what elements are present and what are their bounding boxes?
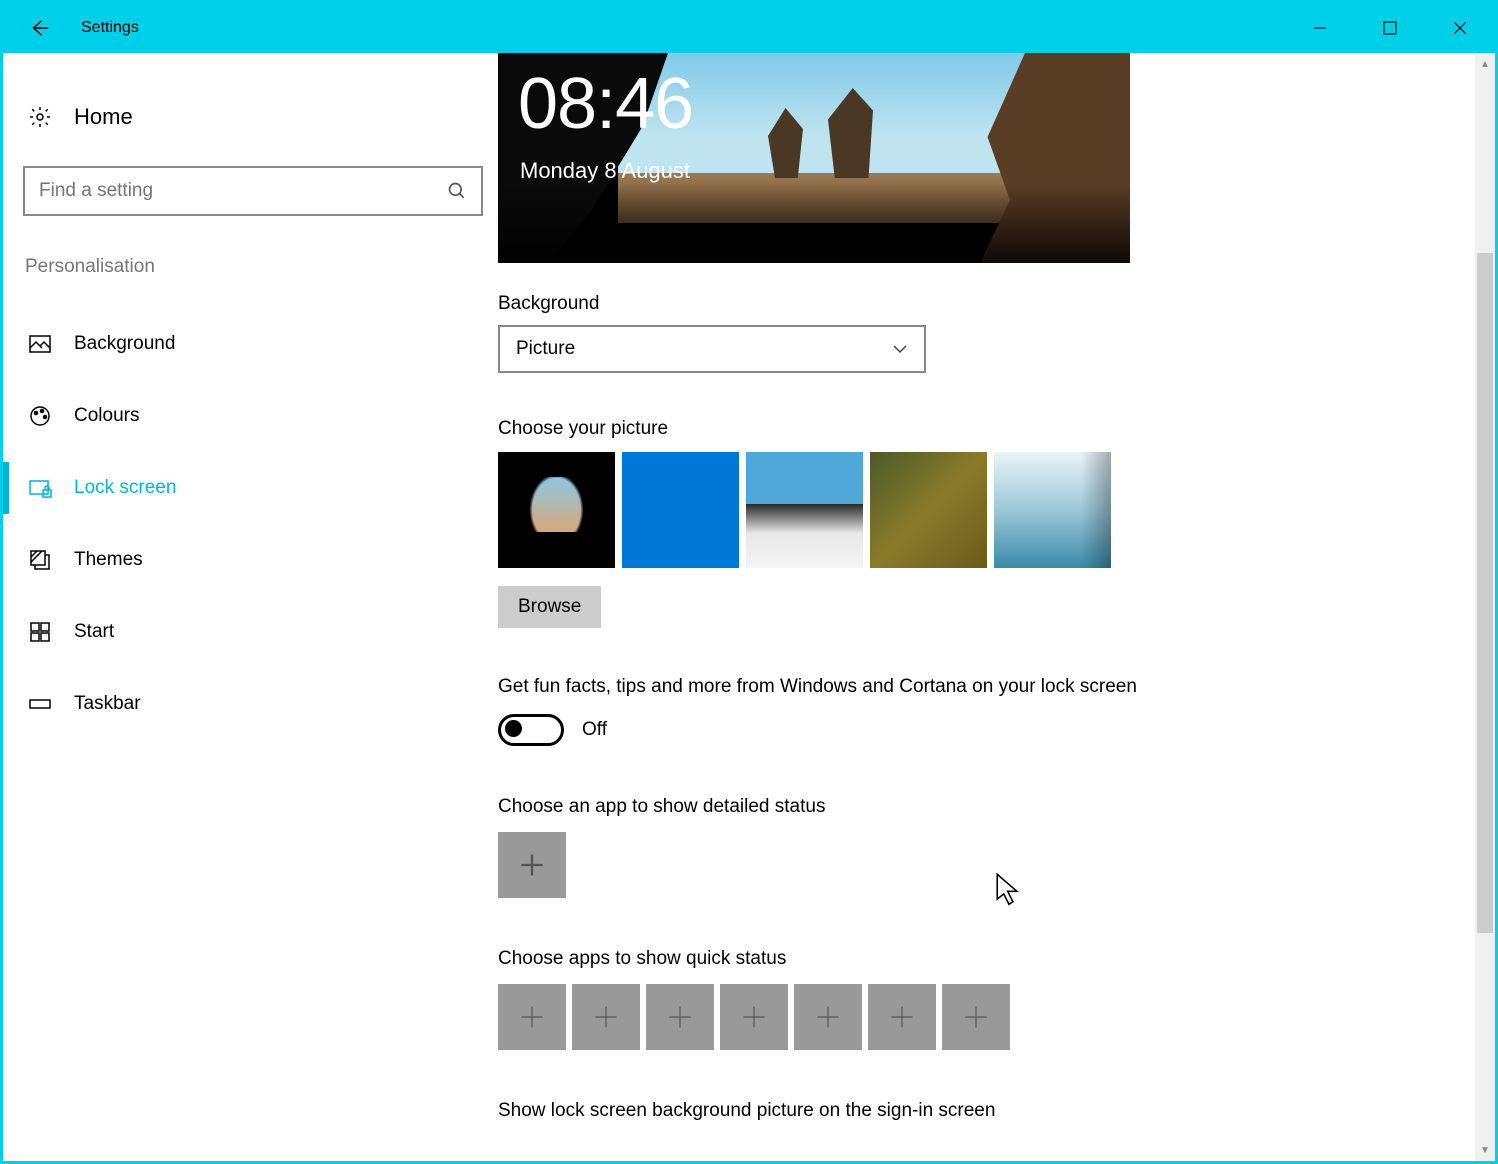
add-detailed-status-app[interactable] xyxy=(498,832,566,898)
maximize-button[interactable] xyxy=(1355,3,1425,53)
sidebar-item-colours[interactable]: Colours xyxy=(23,380,498,452)
lock-screen-preview: 08:46 Monday 8 August xyxy=(498,53,1130,263)
search-input[interactable] xyxy=(39,180,447,202)
lock-screen-icon xyxy=(28,476,52,500)
add-quick-status-app[interactable] xyxy=(498,984,566,1050)
add-quick-status-app[interactable] xyxy=(942,984,1010,1050)
sidebar-item-label: Start xyxy=(74,621,114,643)
sidebar-item-start[interactable]: Start xyxy=(23,596,498,668)
palette-icon xyxy=(28,404,52,428)
home-label: Home xyxy=(74,104,133,130)
picture-thumbnail[interactable] xyxy=(498,452,615,568)
plus-icon xyxy=(888,1003,916,1031)
plus-icon xyxy=(592,1003,620,1031)
plus-icon xyxy=(740,1003,768,1031)
quick-status-heading: Choose apps to show quick status xyxy=(498,948,1158,970)
close-icon xyxy=(1453,21,1467,35)
home-button[interactable]: Home xyxy=(23,98,498,136)
start-icon xyxy=(28,620,52,644)
picture-thumbnails xyxy=(498,452,1158,568)
add-quick-status-app[interactable] xyxy=(572,984,640,1050)
picture-thumbnail[interactable] xyxy=(746,452,863,568)
background-dropdown[interactable]: Picture xyxy=(498,325,926,373)
sidebar-item-label: Taskbar xyxy=(74,693,141,715)
sidebar: Home Personalisation Background Colours … xyxy=(3,53,498,1161)
scrollbar[interactable]: ▲ ▼ xyxy=(1475,53,1495,1161)
signin-heading: Show lock screen background picture on t… xyxy=(498,1100,1158,1122)
add-quick-status-app[interactable] xyxy=(868,984,936,1050)
section-title: Personalisation xyxy=(23,256,498,278)
scroll-thumb[interactable] xyxy=(1477,253,1493,933)
background-heading: Background xyxy=(498,293,1158,315)
arrow-left-icon xyxy=(28,17,50,39)
plus-icon xyxy=(518,851,546,879)
back-button[interactable] xyxy=(3,3,75,53)
picture-thumbnail[interactable] xyxy=(622,452,739,568)
picture-thumbnail[interactable] xyxy=(870,452,987,568)
preview-time: 08:46 xyxy=(518,63,693,145)
choose-picture-heading: Choose your picture xyxy=(498,418,1158,440)
plus-icon xyxy=(666,1003,694,1031)
fun-facts-heading: Get fun facts, tips and more from Window… xyxy=(498,673,1138,702)
preview-date: Monday 8 August xyxy=(520,158,690,184)
search-icon xyxy=(447,181,467,201)
sidebar-item-background[interactable]: Background xyxy=(23,308,498,380)
themes-icon xyxy=(28,548,52,572)
close-button[interactable] xyxy=(1425,3,1495,53)
scroll-up-icon[interactable]: ▲ xyxy=(1475,53,1495,75)
sidebar-item-label: Themes xyxy=(74,549,143,571)
taskbar-icon xyxy=(28,692,52,716)
search-box[interactable] xyxy=(23,166,483,216)
sidebar-item-label: Background xyxy=(74,333,175,355)
plus-icon xyxy=(518,1003,546,1031)
sidebar-item-lock-screen[interactable]: Lock screen xyxy=(23,452,498,524)
fun-facts-toggle[interactable] xyxy=(498,714,564,746)
minimize-button[interactable] xyxy=(1285,3,1355,53)
window-title: Settings xyxy=(81,19,139,37)
sidebar-item-label: Colours xyxy=(74,405,139,427)
toggle-state: Off xyxy=(582,719,607,741)
sidebar-item-themes[interactable]: Themes xyxy=(23,524,498,596)
scroll-down-icon[interactable]: ▼ xyxy=(1475,1139,1495,1161)
sidebar-item-label: Lock screen xyxy=(74,477,176,499)
detailed-status-heading: Choose an app to show detailed status xyxy=(498,796,1158,818)
maximize-icon xyxy=(1383,21,1397,35)
picture-icon xyxy=(28,332,52,356)
chevron-down-icon xyxy=(892,341,908,357)
minimize-icon xyxy=(1313,21,1327,35)
sidebar-item-taskbar[interactable]: Taskbar xyxy=(23,668,498,740)
add-quick-status-app[interactable] xyxy=(720,984,788,1050)
picture-thumbnail[interactable] xyxy=(994,452,1111,568)
add-quick-status-app[interactable] xyxy=(794,984,862,1050)
browse-button[interactable]: Browse xyxy=(498,586,601,628)
gear-icon xyxy=(28,105,52,129)
plus-icon xyxy=(814,1003,842,1031)
quick-status-row xyxy=(498,984,1158,1050)
dropdown-value: Picture xyxy=(516,338,892,360)
titlebar: Settings xyxy=(3,3,1495,53)
plus-icon xyxy=(962,1003,990,1031)
add-quick-status-app[interactable] xyxy=(646,984,714,1050)
